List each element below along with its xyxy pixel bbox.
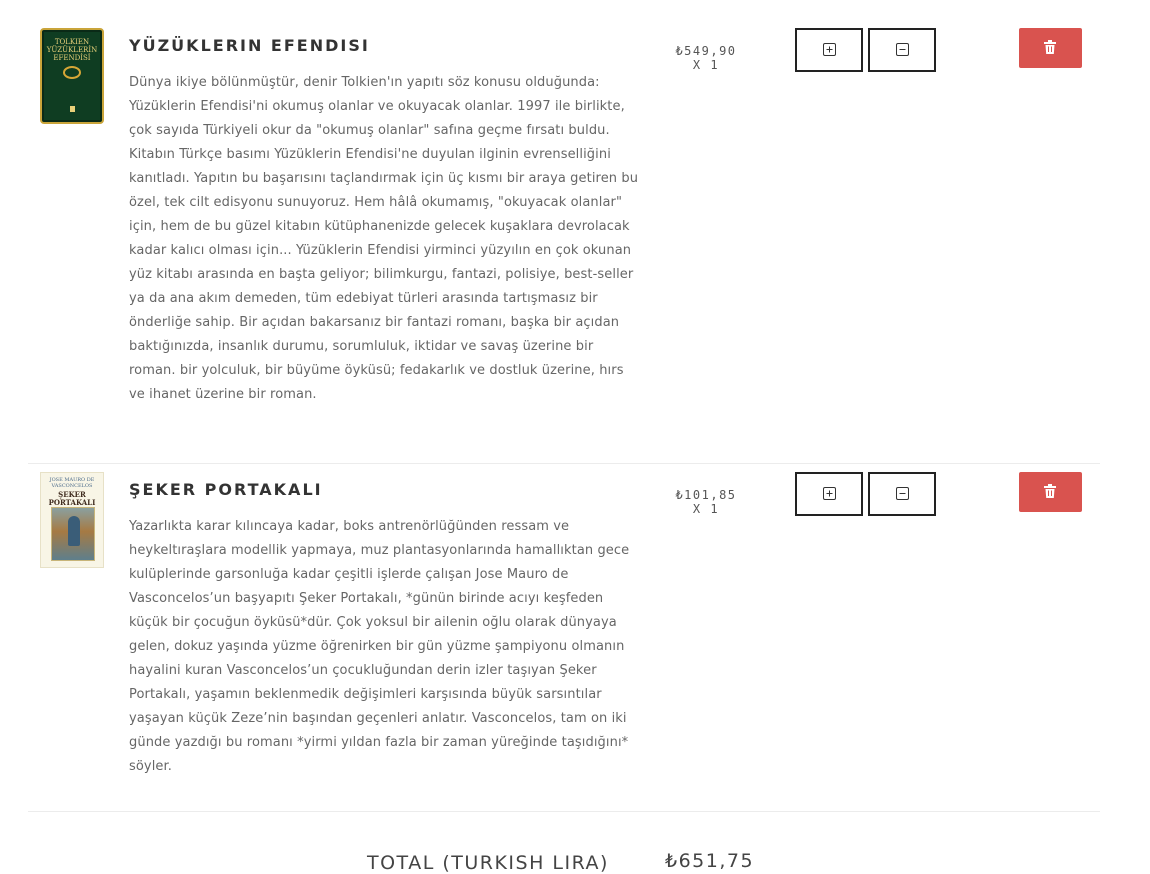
trash-icon — [1044, 484, 1056, 498]
price-block: ₺549,90 X 1 — [648, 44, 764, 72]
publisher-logo — [70, 106, 75, 112]
book-cover-image: JOSE MAURO DE VASCONCELOS ŞEKER PORTAKAL… — [40, 472, 104, 568]
minus-square-icon — [896, 487, 909, 500]
total-value: ₺651,75 — [665, 850, 755, 872]
minus-square-icon — [896, 43, 909, 56]
increase-quantity-button[interactable] — [795, 472, 863, 516]
cover-title-text: YÜZÜKLERİN EFENDİSİ — [46, 46, 98, 62]
item-quantity: X 1 — [692, 502, 720, 516]
book-cover-image: TOLKIEN YÜZÜKLERİN EFENDİSİ — [40, 28, 104, 124]
total-label: TOTAL (TURKISH LIRA) — [367, 852, 609, 874]
item-description: Dünya ikiye bölünmüştür, denir Tolkien'ı… — [129, 75, 639, 402]
decrease-quantity-button[interactable] — [868, 472, 936, 516]
ring-emblem — [63, 66, 81, 79]
cover-illustration — [51, 507, 95, 561]
cover-author-text: TOLKIEN — [54, 38, 90, 46]
item-title: YÜZÜKLERIN EFENDISI — [129, 36, 370, 55]
trash-icon — [1044, 40, 1056, 54]
decrease-quantity-button[interactable] — [868, 28, 936, 72]
cart-total: TOTAL (TURKISH LIRA) ₺651,75 — [0, 848, 1150, 874]
delete-item-button[interactable] — [1019, 28, 1082, 68]
child-figure — [68, 516, 80, 546]
item-description: Yazarlıkta karar kılıncaya kadar, boks a… — [129, 519, 630, 774]
increase-quantity-button[interactable] — [795, 28, 863, 72]
cart-item: TOLKIEN YÜZÜKLERİN EFENDİSİ YÜZÜKLERIN E… — [28, 0, 1100, 464]
price-block: ₺101,85 X 1 — [648, 488, 764, 516]
plus-square-icon — [823, 43, 836, 56]
delete-item-button[interactable] — [1019, 472, 1082, 512]
cart-item: JOSE MAURO DE VASCONCELOS ŞEKER PORTAKAL… — [28, 464, 1100, 812]
cover-title-text: ŞEKER PORTAKALI — [48, 490, 96, 507]
item-quantity: X 1 — [692, 58, 720, 72]
item-price: ₺101,85 — [675, 488, 737, 502]
item-price: ₺549,90 — [675, 44, 737, 58]
item-title: ŞEKER PORTAKALI — [129, 480, 323, 499]
cover-author-text: JOSE MAURO DE VASCONCELOS — [49, 477, 95, 489]
plus-square-icon — [823, 487, 836, 500]
